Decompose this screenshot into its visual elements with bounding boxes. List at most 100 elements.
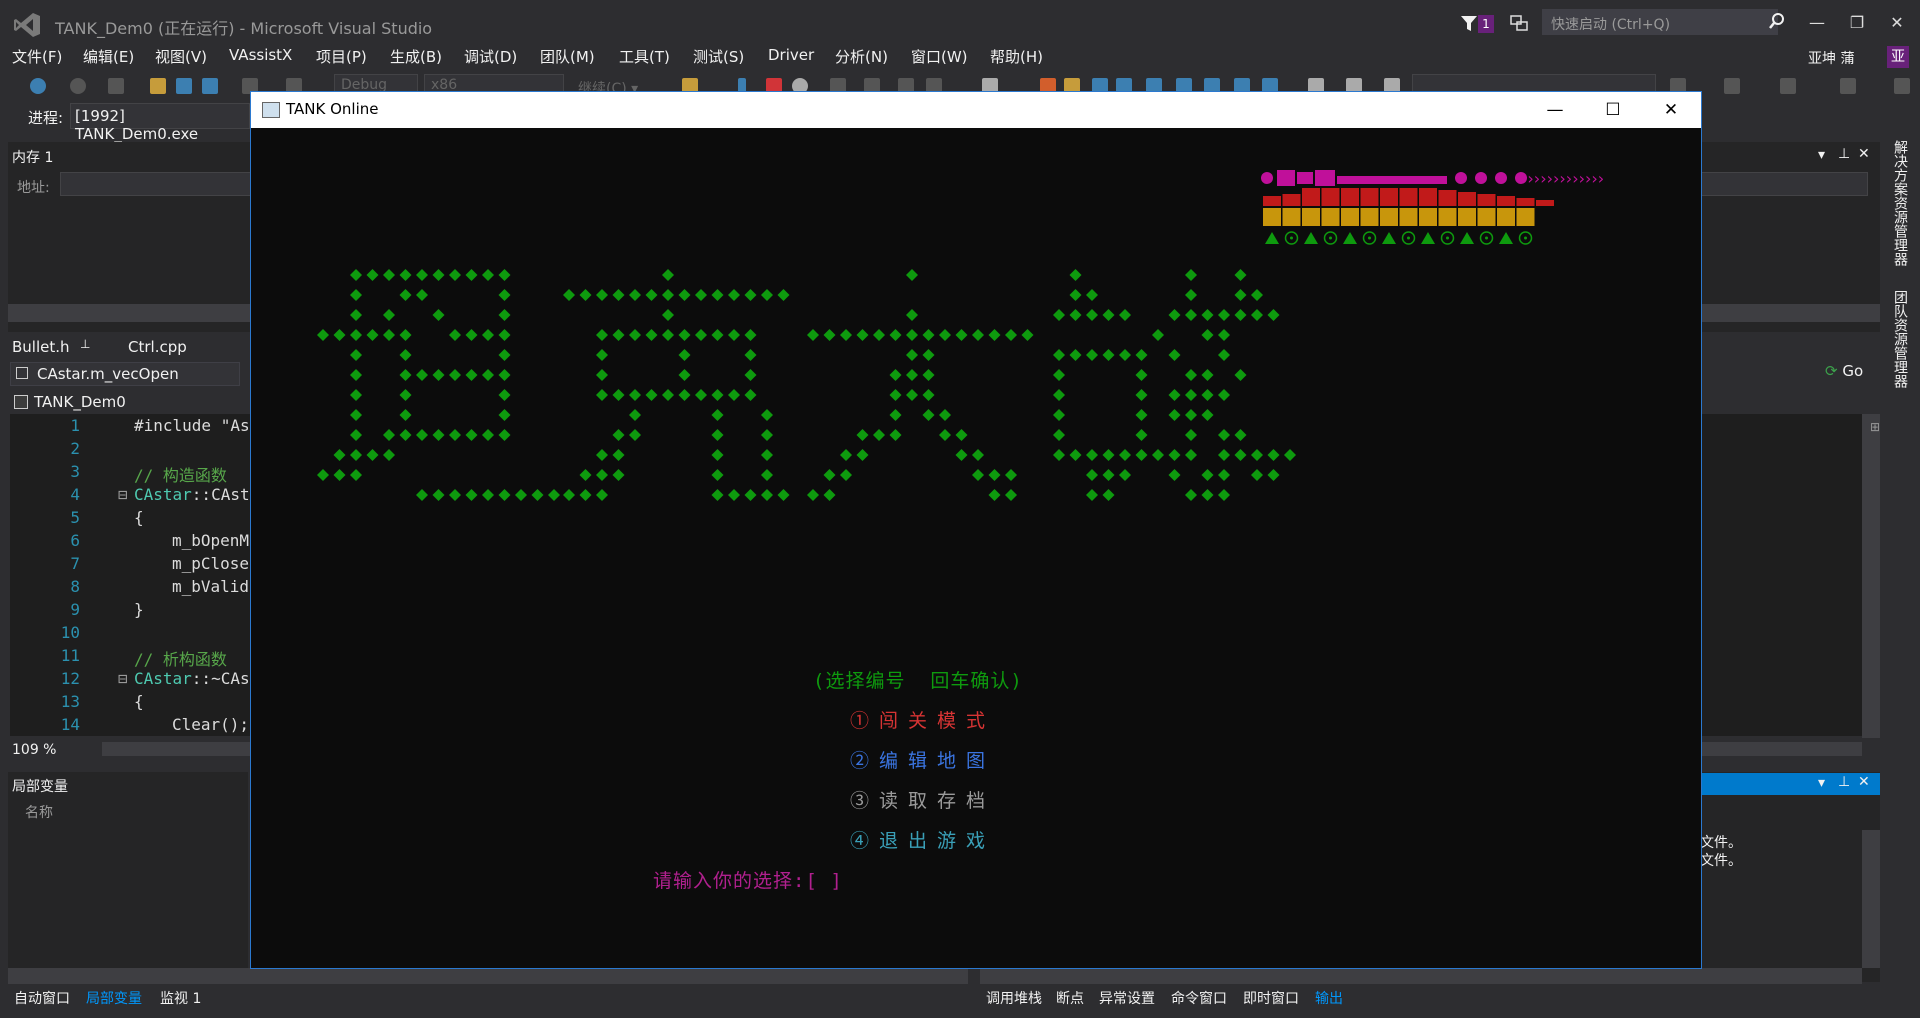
notification-flag-icon[interactable] bbox=[1458, 14, 1480, 34]
open-folder-icon[interactable] bbox=[150, 78, 166, 94]
tool-icon-16[interactable] bbox=[1840, 78, 1856, 94]
menu-vassistx[interactable]: VAssistX bbox=[229, 46, 292, 64]
output-horizontal-scrollbar[interactable] bbox=[980, 968, 1862, 984]
menu-driver[interactable]: Driver bbox=[768, 46, 814, 64]
tank-body-block bbox=[1321, 188, 1340, 206]
output-pane bbox=[1700, 772, 1880, 982]
avatar[interactable]: 亚 bbox=[1887, 46, 1909, 68]
pin-icon[interactable]: ⊥ bbox=[1838, 146, 1850, 162]
save-icon[interactable] bbox=[176, 78, 192, 94]
split-icon[interactable]: ⊞ bbox=[1870, 420, 1880, 434]
tab-command-window[interactable]: 命令窗口 bbox=[1171, 988, 1227, 1008]
logo-dot bbox=[498, 269, 511, 281]
editor-vertical-scrollbar[interactable] bbox=[1862, 414, 1880, 738]
logo-dot bbox=[761, 429, 773, 441]
console-title-bar[interactable] bbox=[251, 92, 1701, 128]
menu-file[interactable]: 文件(F) bbox=[12, 46, 62, 67]
tab-autos[interactable]: 自动窗口 bbox=[14, 988, 70, 1008]
menu-build[interactable]: 生成(B) bbox=[390, 46, 442, 67]
menu-test[interactable]: 测试(S) bbox=[693, 46, 744, 67]
close-icon[interactable]: ✕ bbox=[1858, 146, 1870, 162]
collapse-icon[interactable]: ⊟ bbox=[118, 669, 128, 688]
new-project-icon[interactable] bbox=[108, 78, 124, 94]
menu-option-exit[interactable]: ④退出游戏 bbox=[850, 826, 995, 853]
forward-icon[interactable] bbox=[70, 78, 86, 94]
menu-tools[interactable]: 工具(T) bbox=[619, 46, 670, 67]
back-icon[interactable] bbox=[30, 78, 46, 94]
search-icon[interactable] bbox=[1768, 12, 1786, 30]
menu-option-campaign[interactable]: ①闯关模式 bbox=[850, 706, 995, 733]
tab-pin-icon[interactable]: ⊥ bbox=[80, 337, 90, 351]
logo-dot bbox=[988, 489, 1001, 501]
side-tab-team-explorer[interactable]: 团队资源管理器 bbox=[1890, 290, 1910, 388]
process-select[interactable]: [1992] TANK_Dem0.exe bbox=[70, 103, 250, 143]
tank-hull-block bbox=[1263, 208, 1281, 226]
menu-option-edit-map[interactable]: ②编辑地图 bbox=[850, 746, 995, 773]
restore-window-button[interactable]: ❐ bbox=[1840, 8, 1874, 38]
output-pin-icon[interactable]: ⊥ bbox=[1838, 774, 1850, 790]
tool-icon-17[interactable] bbox=[1894, 78, 1910, 94]
output-vertical-scrollbar[interactable] bbox=[1862, 830, 1880, 968]
logo-dot bbox=[1185, 309, 1197, 321]
side-tab-solution-explorer[interactable]: 解决方案资源管理器 bbox=[1890, 140, 1910, 266]
tab-call-stack[interactable]: 调用堆栈 bbox=[986, 988, 1042, 1008]
logo-dot bbox=[711, 329, 724, 341]
logo-dot bbox=[662, 269, 674, 281]
tool-icon-15[interactable] bbox=[1780, 78, 1796, 94]
minimize-window-button[interactable]: — bbox=[1800, 8, 1834, 38]
logo-dot bbox=[678, 349, 691, 361]
save-all-icon[interactable] bbox=[202, 78, 218, 94]
menu-analyze[interactable]: 分析(N) bbox=[835, 46, 888, 67]
menu-view[interactable]: 视图(V) bbox=[155, 46, 207, 67]
collapse-icon[interactable]: ⊟ bbox=[118, 485, 128, 504]
tool-icon-14[interactable] bbox=[1724, 78, 1740, 94]
notification-count-badge[interactable]: 1 bbox=[1478, 15, 1494, 33]
menu-team[interactable]: 团队(M) bbox=[540, 46, 595, 67]
logo-dot bbox=[1069, 349, 1082, 361]
menu-edit[interactable]: 编辑(E) bbox=[83, 46, 134, 67]
tab-breakpoints[interactable]: 断点 bbox=[1056, 988, 1084, 1008]
pane-menu-chevron-down-icon[interactable]: ▾ bbox=[1818, 147, 1825, 163]
logo-dot bbox=[596, 449, 608, 461]
output-close-icon[interactable]: ✕ bbox=[1858, 774, 1870, 790]
locals-horizontal-scrollbar[interactable] bbox=[8, 968, 968, 984]
console-minimize-button[interactable]: — bbox=[1526, 92, 1584, 128]
go-button[interactable]: ⟳ Go bbox=[1825, 362, 1880, 386]
output-menu-chevron-down-icon[interactable]: ▾ bbox=[1818, 775, 1825, 791]
project-icon bbox=[14, 395, 28, 409]
menu-project[interactable]: 项目(P) bbox=[316, 46, 367, 67]
console-maximize-button[interactable]: ☐ bbox=[1584, 92, 1642, 128]
tab-ctrl-cpp[interactable]: Ctrl.cpp bbox=[128, 338, 187, 356]
user-name[interactable]: 亚坤 蒲 bbox=[1808, 48, 1854, 68]
logo-dot bbox=[1267, 449, 1280, 461]
logo-dot bbox=[498, 309, 511, 321]
menu-window[interactable]: 窗口(W) bbox=[911, 46, 968, 67]
console-close-button[interactable]: ✕ bbox=[1642, 92, 1700, 128]
tab-locals[interactable]: 局部变量 bbox=[86, 988, 142, 1008]
zoom-level-select[interactable]: 109 % bbox=[12, 742, 56, 758]
tab-watch-1[interactable]: 监视 1 bbox=[160, 988, 201, 1008]
logo-dot bbox=[333, 449, 346, 461]
locals-name-column-header[interactable]: 名称 bbox=[25, 802, 53, 822]
tab-immediate-window[interactable]: 即时窗口 bbox=[1243, 988, 1299, 1008]
tab-output[interactable]: 输出 bbox=[1315, 988, 1343, 1008]
menu-option-load-save[interactable]: ③读取存档 bbox=[850, 786, 995, 813]
tab-bullet-h[interactable]: Bullet.h bbox=[12, 338, 70, 356]
feedback-icon[interactable] bbox=[1510, 14, 1528, 32]
close-window-button[interactable]: ✕ bbox=[1880, 8, 1914, 38]
tab-exception-settings[interactable]: 异常设置 bbox=[1099, 988, 1155, 1008]
tank-hull-block bbox=[1282, 208, 1301, 226]
selection-prompt[interactable]: 请输入你的选择:[ ] bbox=[653, 866, 843, 893]
tank-hull-block bbox=[1419, 208, 1437, 226]
member-navigation-select[interactable]: CAstar.m_vecOpen bbox=[10, 362, 240, 386]
output-pane-title-bar[interactable] bbox=[1700, 773, 1880, 795]
quick-launch-input[interactable]: 快速启动 (Ctrl+Q) bbox=[1542, 9, 1778, 35]
tank-hull-block bbox=[1302, 208, 1320, 226]
go-icon: ⟳ bbox=[1825, 362, 1838, 380]
menu-debug[interactable]: 调试(D) bbox=[464, 46, 517, 67]
menu-help[interactable]: 帮助(H) bbox=[990, 46, 1043, 67]
logo-dot bbox=[711, 489, 724, 501]
tank-hull-block bbox=[1399, 208, 1418, 226]
logo-dot bbox=[432, 489, 445, 501]
logo-dot bbox=[432, 369, 445, 381]
